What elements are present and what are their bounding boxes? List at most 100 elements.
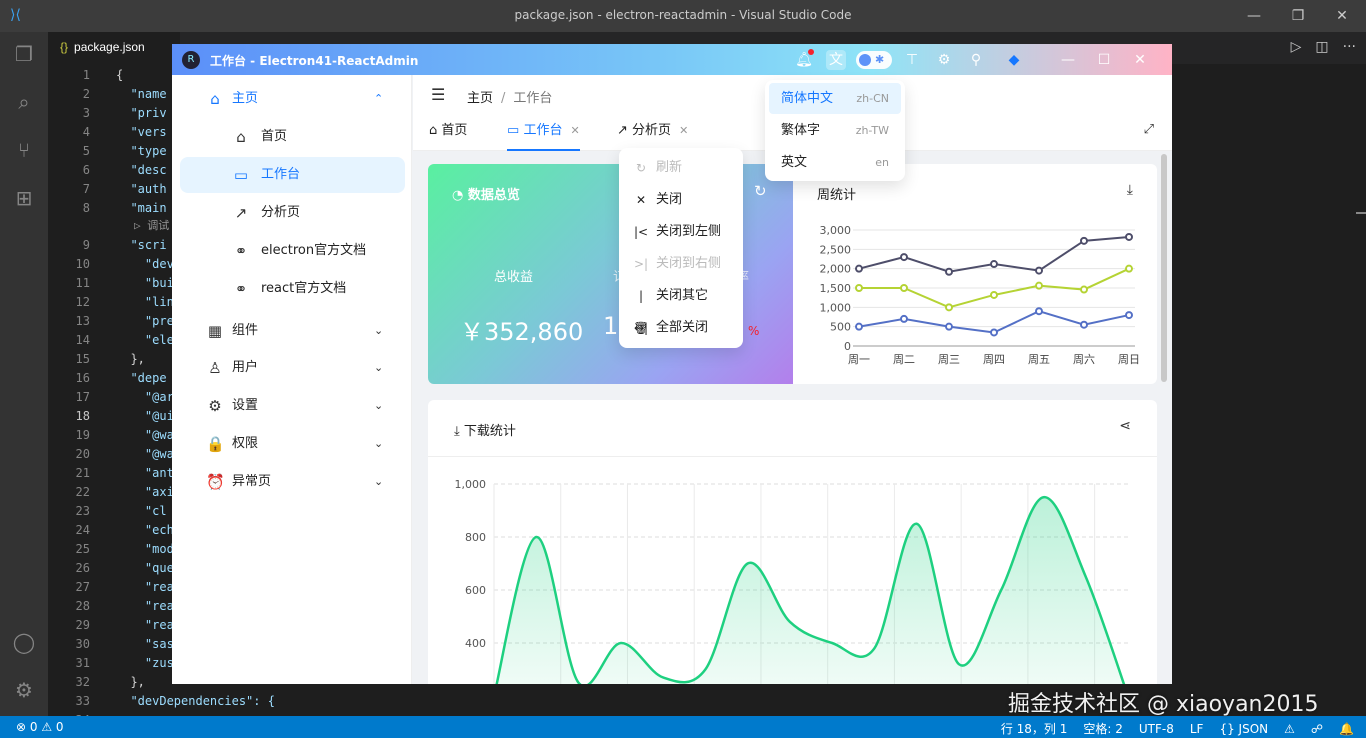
data-point[interactable]	[1125, 232, 1133, 241]
editor-tab-package-json[interactable]: {} package.json	[48, 32, 180, 64]
sidebar-item[interactable]: ⏰ 异常页 ⌄	[172, 464, 412, 500]
data-point[interactable]	[990, 260, 998, 269]
sidebar-item[interactable]: ↗ 分析页	[172, 195, 412, 231]
split-editor-icon[interactable]: ◫	[1315, 39, 1328, 55]
codelens-debug[interactable]: ▷ 调试	[134, 217, 169, 233]
sidebar-item[interactable]: 🔒 权限 ⌄	[172, 426, 412, 462]
menu-fold-icon[interactable]: ☰	[431, 85, 445, 104]
brand-icon[interactable]: ◆	[1004, 50, 1024, 70]
line-number: 31	[75, 656, 90, 670]
language-code: zh-TW	[855, 124, 889, 137]
app-titlebar: R 工作台 - Electron41-ReactAdmin 🔔︎ 文 ✱ ⊤ ⚙…	[172, 44, 1172, 75]
content-scrollbar[interactable]	[1161, 154, 1167, 382]
data-point[interactable]	[900, 314, 908, 323]
sidebar-item[interactable]: ⌂ 首页	[172, 119, 412, 155]
data-point[interactable]	[1080, 236, 1088, 245]
code-line: "scri	[116, 238, 167, 252]
sidebar-item[interactable]: ♙ 用户 ⌄	[172, 350, 412, 386]
status-item[interactable]: {} JSON	[1219, 722, 1268, 736]
status-item[interactable]: 空格: 2	[1083, 722, 1123, 736]
code-line: },	[116, 675, 145, 689]
sidebar-item[interactable]: ⚙ 设置 ⌄	[172, 388, 412, 424]
data-point[interactable]	[990, 290, 998, 299]
overview-title-text: 数据总览	[467, 188, 520, 203]
code-line: "que	[116, 561, 174, 575]
minimize-icon[interactable]: —	[1242, 4, 1266, 28]
problems-indicator[interactable]: ⊗ 0 ⚠ 0	[16, 720, 64, 734]
sidebar-item[interactable]: ⚭ electron官方文档	[172, 233, 412, 269]
run-icon[interactable]: ▷	[1291, 39, 1302, 55]
sidebar-item[interactable]: ⚭ react官方文档	[172, 271, 412, 307]
code-line: "ant	[116, 466, 174, 480]
close-icon[interactable]: ✕	[1330, 4, 1354, 28]
app-minimize-icon[interactable]: —	[1058, 50, 1078, 70]
data-point[interactable]	[945, 322, 953, 331]
app-maximize-icon[interactable]: ☐	[1094, 50, 1114, 70]
data-point[interactable]	[945, 303, 953, 312]
settings-icon[interactable]: ⚙	[934, 50, 954, 70]
breadcrumb-home[interactable]: 主页	[467, 91, 493, 106]
data-point[interactable]	[945, 267, 953, 276]
menu-item-icon: ✕	[635, 193, 647, 207]
language-option[interactable]: 英文 en	[769, 147, 901, 178]
data-point[interactable]	[1080, 320, 1088, 329]
data-point[interactable]	[1035, 266, 1043, 275]
context-menu-item[interactable]: 🗑 全部关闭	[619, 312, 743, 344]
data-point[interactable]	[1080, 285, 1088, 294]
data-point[interactable]	[1125, 311, 1133, 320]
extensions-icon[interactable]: ⊞	[12, 186, 36, 210]
search-icon[interactable]: ⌕	[12, 90, 36, 114]
restore-icon[interactable]: ❐	[1286, 4, 1310, 28]
sidebar-item[interactable]: ▦ 组件 ⌄	[172, 313, 412, 349]
monitor-icon: ▭	[507, 123, 520, 138]
status-item[interactable]: 行 18，列 1	[1001, 722, 1068, 736]
sidebar-item[interactable]: ▭ 工作台	[180, 157, 405, 193]
theme-toggle[interactable]: ✱	[856, 51, 892, 69]
editor-tab-label: package.json	[74, 40, 145, 54]
status-item[interactable]: ⚠	[1284, 722, 1295, 736]
data-point[interactable]	[1035, 281, 1043, 290]
fullscreen-icon[interactable]: ⤢	[1144, 122, 1154, 137]
status-item[interactable]: LF	[1190, 722, 1204, 736]
tab-home[interactable]: ⌂ 首页	[429, 117, 467, 151]
explorer-icon[interactable]: ❐	[12, 42, 36, 66]
data-point[interactable]	[900, 284, 908, 292]
tab-close-icon[interactable]: ✕	[679, 124, 688, 137]
pin-icon[interactable]: ⚲	[966, 50, 986, 70]
language-label: 英文	[781, 155, 808, 170]
data-point[interactable]	[900, 253, 908, 262]
tab-analysis[interactable]: ↗ 分析页 ✕	[617, 117, 688, 151]
data-point[interactable]	[855, 264, 863, 273]
line-number: 12	[75, 295, 90, 309]
context-menu-item[interactable]: |< 关闭到左侧	[619, 216, 743, 248]
status-item[interactable]: UTF-8	[1139, 722, 1174, 736]
code-line: "mod	[116, 542, 174, 556]
source-control-icon[interactable]: ⑂	[12, 138, 36, 162]
language-option[interactable]: 简体中文 zh-CN	[769, 83, 901, 114]
language-option[interactable]: 繁体字 zh-TW	[769, 115, 901, 146]
manage-gear-icon[interactable]: ⚙	[12, 678, 36, 702]
context-menu-item[interactable]: |↔| 关闭其它	[619, 280, 743, 335]
context-menu-item[interactable]: ✕ 关闭	[619, 184, 743, 216]
tab-workbench[interactable]: ▭ 工作台 ✕	[507, 117, 580, 151]
data-point[interactable]	[1125, 264, 1133, 273]
sidebar-item[interactable]: ⌂ 主页 ⌃	[172, 81, 412, 117]
data-point[interactable]	[990, 328, 998, 337]
translate-icon[interactable]: 文	[826, 50, 846, 70]
more-actions-icon[interactable]: ···	[1343, 39, 1356, 55]
data-point[interactable]	[855, 284, 863, 292]
status-item[interactable]: ☍	[1311, 722, 1323, 736]
code-line: "cl	[116, 504, 167, 518]
skin-icon[interactable]: ⊤	[902, 50, 922, 70]
language-code: zh-CN	[856, 92, 889, 105]
data-point[interactable]	[855, 322, 863, 331]
y-tick-label: 800	[465, 531, 486, 544]
status-item[interactable]: 🔔	[1339, 722, 1354, 736]
app-close-icon[interactable]: ✕	[1130, 50, 1150, 70]
tab-close-icon[interactable]: ✕	[570, 124, 579, 137]
sidebar-item-label: 用户	[232, 360, 259, 375]
breadcrumb-sep: /	[501, 91, 506, 106]
account-icon[interactable]: ◯	[12, 630, 36, 654]
data-point[interactable]	[1035, 307, 1043, 316]
refresh-icon[interactable]: ↻	[754, 182, 767, 200]
